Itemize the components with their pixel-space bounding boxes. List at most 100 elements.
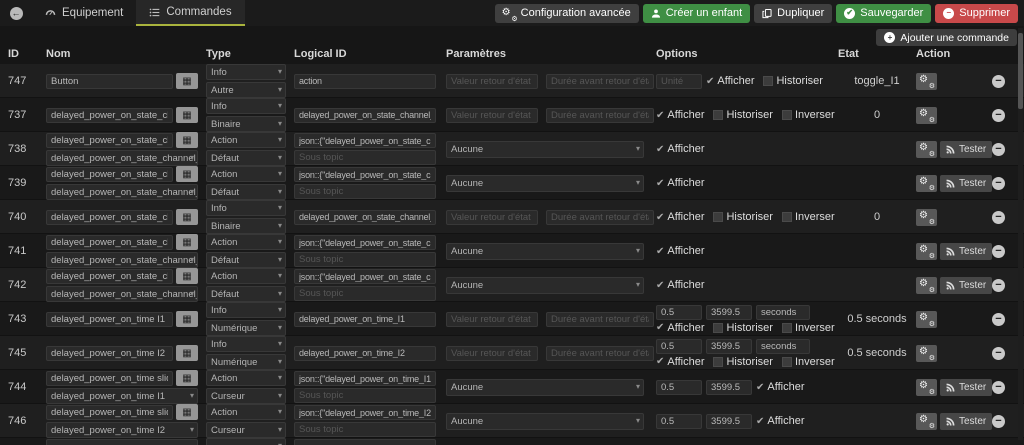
configure-command-button[interactable]: ⚙⚙ [916, 277, 937, 294]
command-type-select[interactable]: Action▾ [206, 132, 286, 148]
command-name-input[interactable] [46, 269, 173, 284]
display-settings-button[interactable]: ▦ [176, 404, 198, 420]
option-field-1[interactable] [706, 414, 752, 429]
option-field-0[interactable] [656, 339, 702, 354]
linked-command-select[interactable]: delayed_power_on_state_channel_2 I2▾ [46, 252, 198, 268]
afficher-checkbox[interactable]: ✔Afficher [656, 322, 704, 334]
historiser-checkbox[interactable]: Historiser [713, 322, 772, 334]
sous-topic-input[interactable] [294, 252, 436, 267]
remove-command-button[interactable]: − [992, 381, 1005, 394]
option-field-2[interactable] [756, 305, 810, 320]
command-subtype-select[interactable]: Curseur▾ [206, 422, 286, 438]
logical-id-input[interactable] [294, 312, 436, 327]
remove-command-button[interactable]: − [992, 211, 1005, 224]
remove-command-button[interactable]: − [992, 109, 1005, 122]
valeur-retour-input[interactable] [446, 74, 538, 89]
option-field-0[interactable] [656, 74, 702, 89]
command-name-input[interactable] [46, 439, 198, 445]
supprimer-button[interactable]: −Supprimer [935, 4, 1018, 23]
command-type-select[interactable]: Action▾ [206, 404, 286, 420]
display-settings-button[interactable]: ▦ [176, 268, 198, 284]
configure-command-button[interactable]: ⚙⚙ [916, 107, 937, 124]
add-command-button[interactable]: + Ajouter une commande [876, 29, 1017, 46]
tester-button[interactable]: Tester [940, 175, 992, 192]
duree-retour-input[interactable] [546, 74, 654, 89]
tester-button[interactable]: Tester [940, 243, 992, 260]
linked-command-select[interactable]: delayed_power_on_time I1▾ [46, 388, 198, 404]
tester-button[interactable]: Tester [940, 379, 992, 396]
historiser-checkbox[interactable]: Historiser [763, 75, 822, 87]
configure-command-button[interactable]: ⚙⚙ [916, 141, 937, 158]
display-settings-button[interactable]: ▦ [176, 345, 198, 361]
afficher-checkbox[interactable]: ✔Afficher [756, 381, 804, 393]
duree-retour-input[interactable] [546, 346, 654, 361]
scrollbar[interactable] [1018, 28, 1023, 440]
linked-command-select[interactable]: delayed_power_on_time I2▾ [46, 422, 198, 438]
command-name-input[interactable] [46, 133, 173, 148]
afficher-checkbox[interactable]: ✔Afficher [656, 177, 704, 189]
logical-id-input[interactable] [294, 346, 436, 361]
logical-id-input[interactable] [294, 167, 436, 182]
command-type-select[interactable]: Info▾ [206, 64, 286, 80]
display-settings-button[interactable]: ▦ [176, 311, 198, 327]
option-field-1[interactable] [706, 380, 752, 395]
configure-command-button[interactable]: ⚙⚙ [916, 413, 937, 430]
command-name-input[interactable] [46, 346, 173, 361]
valeur-retour-input[interactable] [446, 210, 538, 225]
linked-command-select[interactable]: delayed_power_on_state_channel_2 I2▾ [46, 286, 198, 302]
historiser-checkbox[interactable]: Historiser [713, 211, 772, 223]
logical-id-input[interactable] [294, 405, 436, 420]
logical-id-input[interactable] [294, 210, 436, 225]
tester-button[interactable]: Tester [940, 277, 992, 294]
command-subtype-select[interactable]: Curseur▾ [206, 388, 286, 404]
logical-id-input[interactable] [294, 439, 436, 445]
command-subtype-select[interactable]: Défaut▾ [206, 184, 286, 200]
remove-command-button[interactable]: − [992, 177, 1005, 190]
dupliquer-button[interactable]: Dupliquer [754, 4, 832, 23]
command-name-input[interactable] [46, 108, 173, 123]
afficher-checkbox[interactable]: ✔Afficher [656, 211, 704, 223]
command-type-select[interactable]: Info▾ [206, 98, 286, 114]
display-settings-button[interactable]: ▦ [176, 370, 198, 386]
command-type-select[interactable]: Info▾ [206, 336, 286, 352]
param-select[interactable]: Aucune▾ [446, 277, 644, 294]
remove-command-button[interactable]: − [992, 415, 1005, 428]
logical-id-input[interactable] [294, 74, 436, 89]
inverser-checkbox[interactable]: Inverser [782, 322, 835, 334]
inverser-checkbox[interactable]: Inverser [782, 356, 835, 368]
command-subtype-select[interactable]: Binaire▾ [206, 218, 286, 234]
remove-command-button[interactable]: − [992, 143, 1005, 156]
sous-topic-input[interactable] [294, 388, 436, 403]
afficher-checkbox[interactable]: ✔Afficher [656, 279, 704, 291]
command-type-select[interactable]: Action▾ [206, 166, 286, 182]
sous-topic-input[interactable] [294, 286, 436, 301]
remove-command-button[interactable]: − [992, 245, 1005, 258]
duree-retour-input[interactable] [546, 108, 654, 123]
command-name-input[interactable] [46, 405, 173, 420]
command-name-input[interactable] [46, 210, 173, 225]
option-field-1[interactable] [706, 305, 752, 320]
command-type-select[interactable]: Info▾ [206, 200, 286, 216]
logical-id-input[interactable] [294, 269, 436, 284]
display-settings-button[interactable]: ▦ [176, 166, 198, 182]
command-name-input[interactable] [46, 312, 173, 327]
configure-command-button[interactable]: ⚙⚙ [916, 175, 937, 192]
command-subtype-select[interactable]: Autre▾ [206, 82, 286, 98]
historiser-checkbox[interactable]: Historiser [713, 356, 772, 368]
display-settings-button[interactable]: ▦ [176, 132, 198, 148]
command-subtype-select[interactable]: Numérique▾ [206, 354, 286, 370]
display-settings-button[interactable]: ▦ [176, 234, 198, 250]
configure-command-button[interactable]: ⚙⚙ [916, 209, 937, 226]
configure-command-button[interactable]: ⚙⚙ [916, 73, 937, 90]
remove-command-button[interactable]: − [992, 75, 1005, 88]
sous-topic-input[interactable] [294, 184, 436, 199]
param-select[interactable]: Aucune▾ [446, 413, 644, 430]
option-field-1[interactable] [706, 339, 752, 354]
configure-command-button[interactable]: ⚙⚙ [916, 243, 937, 260]
command-subtype-select[interactable]: Numérique▾ [206, 320, 286, 336]
valeur-retour-input[interactable] [446, 108, 538, 123]
option-field-0[interactable] [656, 305, 702, 320]
valeur-retour-input[interactable] [446, 312, 538, 327]
tester-button[interactable]: Tester [940, 413, 992, 430]
remove-command-button[interactable]: − [992, 347, 1005, 360]
